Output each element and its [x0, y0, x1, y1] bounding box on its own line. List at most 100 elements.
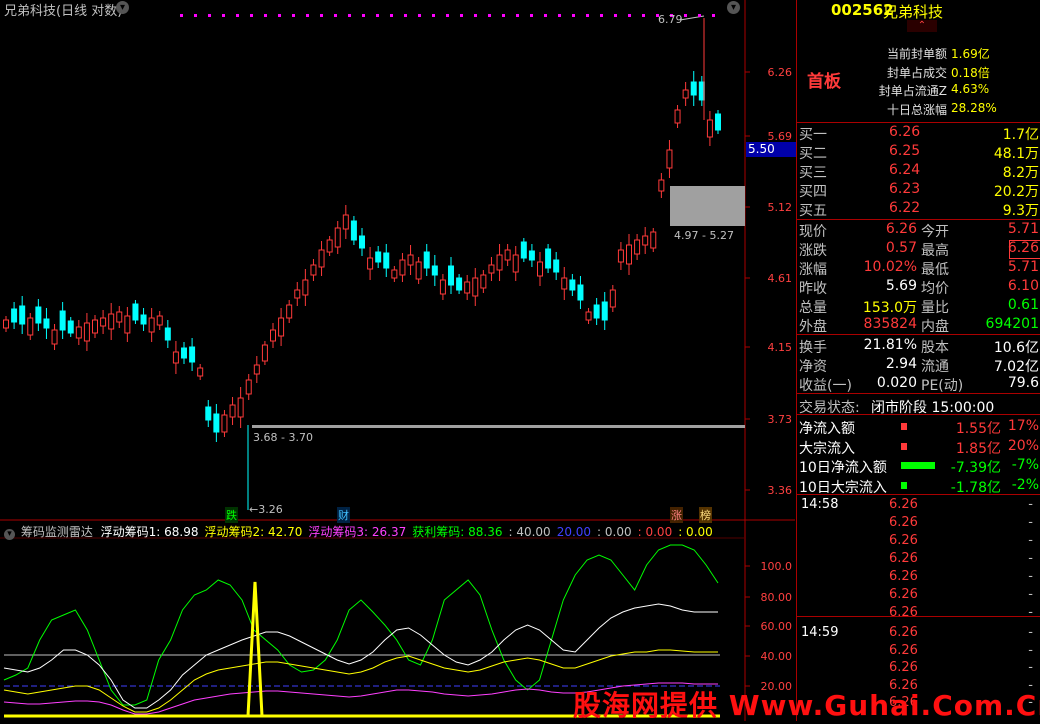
- marker-die[interactable]: 跌: [225, 507, 238, 523]
- candle-body: [116, 311, 123, 323]
- indicator-item: : 0.00: [597, 525, 632, 539]
- tick-time: 14:59: [801, 625, 839, 640]
- chevron-down-icon[interactable]: ▾: [4, 529, 15, 540]
- price-axis-label: 4.15: [768, 341, 793, 354]
- signal-dot: [334, 14, 337, 17]
- signal-dot: [306, 14, 309, 17]
- low-value: 3.26: [258, 503, 283, 516]
- fund-label: PE(动): [921, 378, 964, 394]
- seal-row: 封单占流通Z 4.63%: [871, 82, 1040, 100]
- candle-body: [221, 414, 228, 433]
- candle-body: [537, 261, 543, 277]
- candle-body: [140, 314, 147, 325]
- candle-body: [561, 277, 568, 290]
- tick-volume: -: [1028, 642, 1033, 658]
- tick-row: 6.26 -: [797, 532, 1040, 551]
- seal-row: 当前封单额 1.69亿: [871, 45, 1040, 63]
- candle-body: [399, 259, 406, 276]
- quote-value: 0.57: [885, 240, 917, 256]
- bid-row[interactable]: 买五 6.22 9.3万: [797, 199, 1040, 219]
- candle-body: [75, 326, 82, 339]
- marker-cai[interactable]: 财: [337, 507, 350, 523]
- candle-body: [92, 319, 98, 334]
- signal-dot: [600, 14, 603, 17]
- indicator-axis-label: 100.0: [761, 560, 793, 573]
- flow-bar: [901, 481, 907, 489]
- signal-dot: [264, 14, 267, 17]
- seal-row: 封单占成交 0.18倍: [871, 64, 1040, 82]
- indicator-axis-label: 80.00: [761, 591, 793, 604]
- signal-dot: [180, 14, 183, 17]
- fund-row: 换手 21.81% 股本 10.6亿: [797, 336, 1040, 356]
- signal-dot: [418, 14, 421, 17]
- candle-body: [682, 89, 689, 99]
- range-mid-annotation: 4.97 - 5.27: [674, 229, 734, 242]
- candle-body: [512, 254, 519, 273]
- candle-body: [156, 315, 163, 326]
- signal-dot: [348, 14, 351, 17]
- candle-body: [504, 249, 511, 261]
- signal-dot: [488, 14, 491, 17]
- bid-row[interactable]: 买一 6.26 1.7亿: [797, 123, 1040, 143]
- watermark: 股海网提供 Www.Guhai.Com.Cn: [573, 689, 1040, 722]
- chart-area[interactable]: 兄弟科技(日线 对数) ▾ ▾ 6.26 5.69 5.12 4.61 4.15 3.73…: [0, 0, 797, 721]
- candle-body: [19, 305, 26, 325]
- flow-label: 大宗流入: [799, 440, 855, 457]
- bid-price: 6.25: [889, 143, 921, 159]
- bid-row[interactable]: 买三 6.24 8.2万: [797, 161, 1040, 181]
- flow-row: 10日大宗流入 -1.78亿 -2%: [797, 476, 1040, 496]
- trade-status: 交易状态: 闭市阶段 15:00:00: [797, 396, 1040, 416]
- tick-row: 14:59 6.26 -: [797, 624, 1040, 643]
- candle-body: [496, 254, 503, 271]
- signal-dot: [432, 14, 435, 17]
- marker-zhang[interactable]: 涨: [670, 507, 683, 523]
- candle-body: [706, 119, 713, 138]
- bid-price: 6.23: [889, 181, 921, 197]
- resistance-zone: [670, 186, 745, 226]
- seal-value: 4.63%: [951, 82, 990, 96]
- tick-row: 14:58 6.26 -: [797, 496, 1040, 515]
- tick-price: 6.26: [889, 625, 918, 640]
- indicator-item: 浮动筹码3: 26.37: [308, 525, 407, 539]
- quote-panel: 002562 兄弟科技 ⌃ 首板 当前封单额 1.69亿 封单占成交 0.18倍 封单占…: [796, 0, 1040, 721]
- bid-volume: 8.2万: [1002, 165, 1039, 181]
- candle-body: [108, 313, 115, 330]
- marker-bang[interactable]: 榜: [699, 507, 712, 523]
- seal-value: 0.18倍: [951, 65, 990, 80]
- price-axis-label: 3.36: [768, 484, 793, 497]
- quote-label: 最低: [921, 262, 949, 278]
- flow-label: 净流入额: [799, 421, 855, 437]
- quote-value: 5.71: [1007, 221, 1039, 237]
- candle-body: [132, 303, 139, 321]
- flow-percent: 20%: [1007, 437, 1039, 454]
- indicator-item: : 0.00: [637, 525, 673, 539]
- bid-row[interactable]: 买四 6.23 20.2万: [797, 180, 1040, 200]
- candle-body: [318, 249, 325, 268]
- price-tag: 5.50: [746, 142, 797, 157]
- bid-row[interactable]: 买二 6.25 48.1万: [797, 142, 1040, 162]
- candle-body: [213, 413, 220, 433]
- candle-body: [715, 113, 721, 131]
- candlestick-chart[interactable]: 6.265.695.124.614.153.733.36100.080.0060…: [0, 0, 795, 721]
- quote-label: 涨幅: [799, 262, 827, 278]
- indicator-axis-label: 40.00: [761, 650, 793, 663]
- tick-volume: -: [1028, 569, 1033, 584]
- quote-label: 涨跌: [799, 243, 827, 259]
- quote-label: 量比: [921, 300, 949, 316]
- yellow-spike: [246, 581, 264, 717]
- candle-body: [407, 254, 414, 266]
- collapse-icon[interactable]: ⌃: [907, 20, 937, 32]
- flow-row: 10日净流入额 -7.39亿 -7%: [797, 456, 1040, 476]
- quote-value: 835824: [863, 316, 917, 332]
- candle-body: [59, 310, 66, 331]
- candle-body: [342, 214, 349, 230]
- candle-body: [197, 367, 204, 377]
- candle-body: [626, 244, 632, 265]
- candle-body: [124, 315, 131, 334]
- candle-body: [27, 317, 34, 336]
- candle-body: [601, 301, 608, 321]
- bid-volume: 20.2万: [993, 184, 1039, 200]
- candle-body: [326, 239, 333, 253]
- signal-dot: [642, 14, 645, 17]
- tick-row: 6.26 -: [797, 586, 1040, 605]
